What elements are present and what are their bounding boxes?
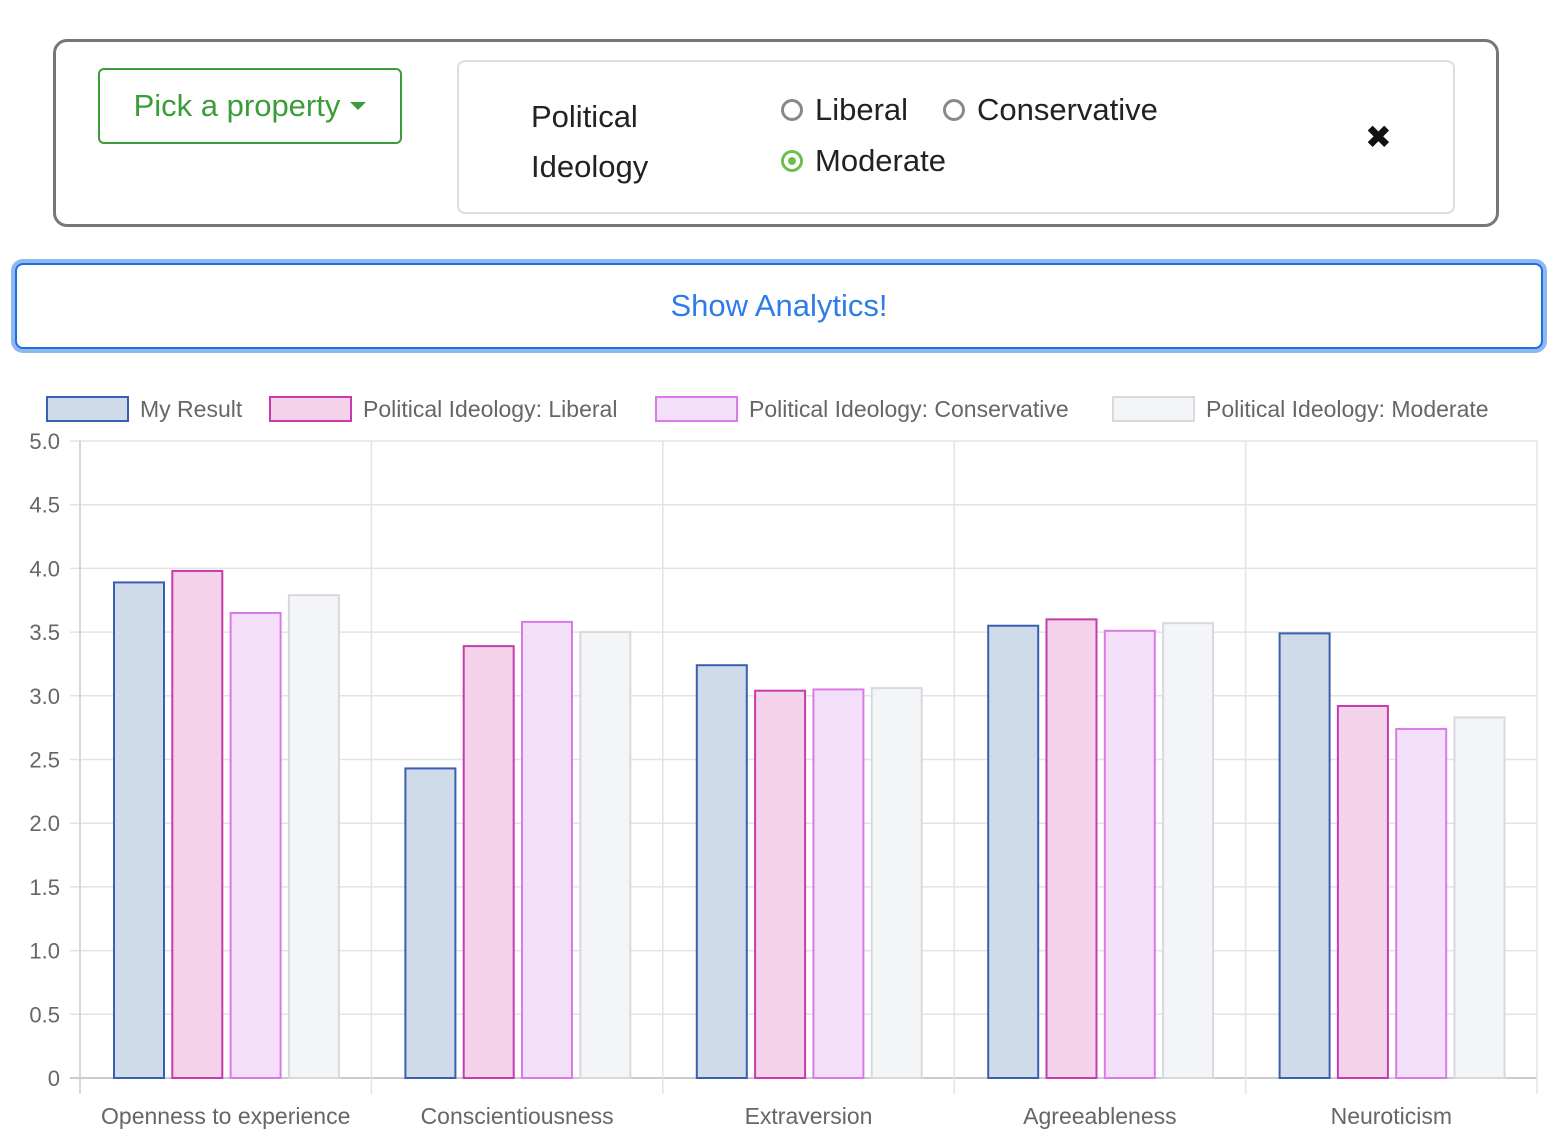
y-tick-label: 3.0 — [29, 684, 60, 709]
property-name-line-2: Ideology — [531, 149, 649, 184]
legend-label: Political Ideology: Liberal — [363, 396, 617, 422]
show-analytics-label: Show Analytics! — [670, 288, 888, 323]
y-tick-label: 1.0 — [29, 939, 60, 964]
filter-panel: Pick a property Political Ideology Liber… — [53, 39, 1499, 227]
bar — [521, 620, 573, 1080]
radio-conservative[interactable]: Conservative — [943, 92, 1158, 128]
y-tick-label: 4.5 — [29, 493, 60, 518]
radio-circle-icon — [943, 99, 965, 121]
x-tick-label: Conscientiousness — [421, 1103, 614, 1129]
bar — [404, 767, 457, 1079]
bar — [229, 611, 282, 1080]
y-tick-label: 3.5 — [29, 620, 60, 645]
y-tick-label: 1.5 — [29, 875, 60, 900]
bar — [1278, 632, 1331, 1079]
radio-label-conservative: Conservative — [977, 92, 1158, 127]
radio-circle-icon — [781, 99, 803, 121]
bar — [812, 688, 865, 1079]
bar — [1103, 629, 1156, 1080]
y-tick-label: 2.5 — [29, 748, 60, 773]
y-tick-label: 5.0 — [29, 429, 60, 454]
pick-property-button[interactable]: Pick a property — [98, 68, 402, 144]
x-tick-label: Agreeableness — [1023, 1103, 1176, 1129]
bar — [113, 581, 165, 1079]
bar — [754, 689, 807, 1079]
caret-down-icon — [350, 102, 367, 110]
bar — [1336, 704, 1389, 1079]
legend-swatch — [46, 396, 129, 422]
legend-label: Political Ideology: Conservative — [749, 396, 1069, 422]
radio-liberal[interactable]: Liberal — [781, 92, 908, 128]
bar — [579, 631, 632, 1079]
bar — [1162, 622, 1215, 1079]
bar — [171, 569, 224, 1079]
show-analytics-button[interactable]: Show Analytics! — [15, 263, 1543, 349]
radio-label-liberal: Liberal — [815, 92, 909, 127]
bar — [1453, 716, 1506, 1079]
bar — [695, 664, 748, 1079]
bar — [287, 594, 340, 1080]
property-filter-card: Political Ideology Liberal Conservative … — [457, 60, 1455, 214]
pick-property-label: Pick a property — [133, 88, 341, 123]
bar-chart: 5.0 4.5 4.0 3.5 3.0 2.5 2.0 1.5 1.0 0.5 0 Openness … — [29, 396, 1538, 1129]
bar — [1045, 618, 1098, 1080]
y-tick-label: 0 — [48, 1066, 60, 1091]
y-tick-label: 2.0 — [29, 811, 60, 836]
legend-swatch — [1112, 396, 1195, 422]
property-name: Political Ideology — [531, 92, 731, 192]
bar — [462, 645, 515, 1079]
x-tick-label: Openness to experience — [101, 1103, 350, 1129]
property-name-line-1: Political — [531, 99, 638, 134]
radio-checked-icon — [781, 150, 803, 172]
legend-swatch — [269, 396, 352, 422]
close-icon[interactable]: ✖ — [1365, 118, 1392, 156]
radio-moderate[interactable]: Moderate — [781, 143, 946, 179]
x-tick-label: Extraversion — [745, 1103, 873, 1129]
radio-label-moderate: Moderate — [815, 143, 946, 178]
legend-label: My Result — [140, 396, 243, 422]
legend-swatch — [655, 396, 738, 422]
y-tick-label: 4.0 — [29, 556, 60, 581]
bar — [987, 624, 1040, 1079]
y-tick-label: 0.5 — [29, 1002, 60, 1027]
bar — [870, 687, 923, 1079]
bar — [1395, 727, 1448, 1079]
legend-label: Political Ideology: Moderate — [1206, 396, 1489, 422]
x-tick-label: Neuroticism — [1331, 1103, 1452, 1129]
